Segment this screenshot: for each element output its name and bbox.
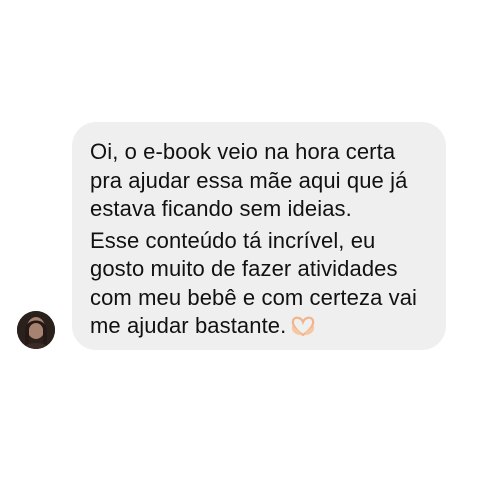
heart-hands-icon [290, 314, 316, 344]
message-line: com meu bebê e com certeza vai [90, 284, 418, 310]
message-line: Oi, o e-book veio na hora certa [90, 139, 396, 164]
message-line: estava ficando sem ideias. [90, 196, 352, 221]
message-paragraph-1: Oi, o e-book veio na hora certa pra ajud… [90, 138, 428, 224]
message-line: Esse conteúdo tá incrível, eu [90, 227, 376, 253]
message-bubble[interactable]: Oi, o e-book veio na hora certa pra ajud… [72, 122, 446, 350]
avatar[interactable] [17, 311, 55, 349]
message-paragraph-2: Esse conteúdo tá incrível, eu gosto muit… [90, 227, 428, 344]
message-line: pra ajudar essa mãe aqui que já [90, 167, 408, 193]
message-line-text: me ajudar bastante. [90, 313, 287, 338]
message-last-line: me ajudar bastante. [90, 312, 428, 344]
profile-photo-icon [17, 311, 55, 349]
message-line: gosto muito de fazer atividades [90, 256, 398, 281]
